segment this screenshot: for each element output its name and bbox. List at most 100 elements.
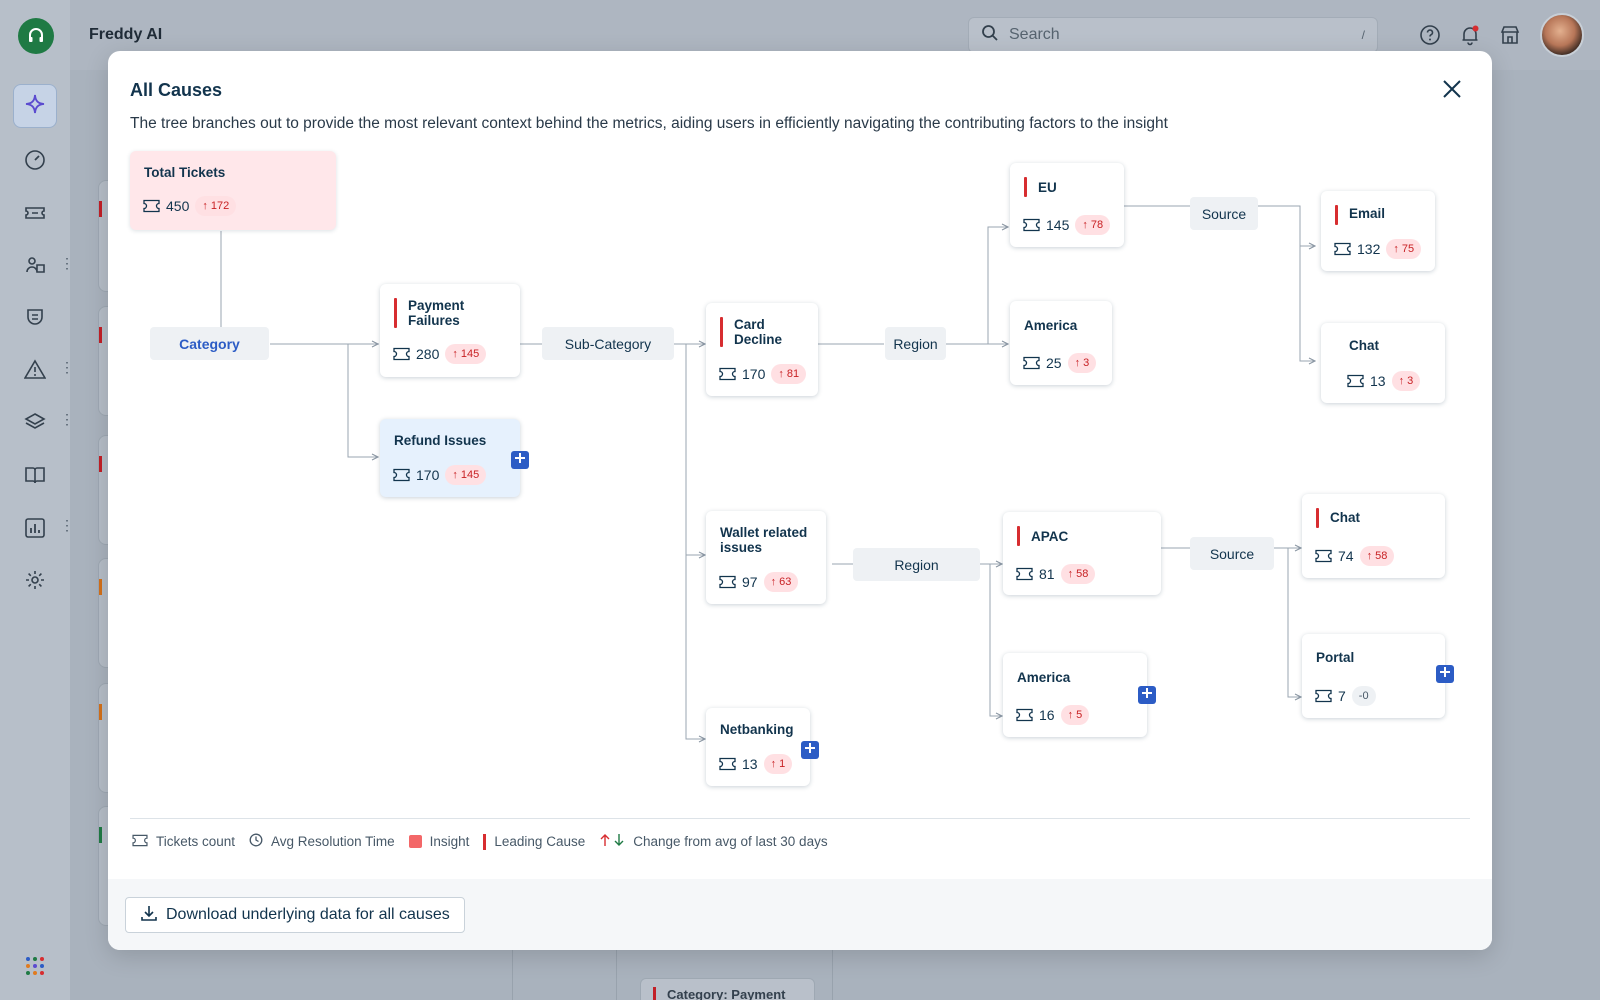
tickets-icon[interactable]: [23, 201, 47, 225]
node-eu[interactable]: EU 145 ↑ 78: [1010, 163, 1124, 247]
ticket-icon: [1334, 242, 1351, 256]
arrow-up-icon: ↑: [452, 469, 458, 481]
headset-logo-icon[interactable]: [18, 18, 54, 54]
dimension-chip-sub-category[interactable]: Sub-Category: [542, 327, 674, 360]
node-label: Refund Issues: [394, 433, 487, 448]
change-badge: -0: [1351, 686, 1376, 706]
node-netbanking[interactable]: Netbanking 13 ↑ 1: [706, 708, 810, 786]
more-menu-icon[interactable]: ⋮: [60, 518, 74, 532]
dimension-chip-region[interactable]: Region: [885, 327, 946, 360]
ticket-icon: [1023, 356, 1040, 370]
cause-tree: Total Tickets 450 ↑ 172 Category Payment …: [108, 51, 1492, 821]
ticket-count: 170: [416, 467, 440, 483]
node-card-decline[interactable]: Card Decline 170 ↑ 81: [706, 303, 818, 396]
shield-icon[interactable]: [23, 305, 47, 329]
node-america[interactable]: America 25 ↑ 3: [1010, 301, 1112, 385]
leading-cause-marker: [1017, 526, 1020, 546]
node-label: EU: [1038, 180, 1057, 195]
node-label: Wallet related issues: [720, 525, 808, 555]
node-label: Chat: [1330, 510, 1360, 525]
leading-cause-marker: [1024, 177, 1027, 197]
store-icon[interactable]: [1498, 23, 1522, 47]
dimension-chip-source[interactable]: Source: [1190, 197, 1258, 230]
plus-icon: [804, 741, 816, 759]
download-data-button[interactable]: Download underlying data for all causes: [125, 897, 465, 933]
analytics-icon[interactable]: [23, 516, 47, 540]
arrow-up-icon: ↑: [1067, 568, 1074, 580]
ticket-icon: [1315, 549, 1332, 563]
dimension-chip-category[interactable]: Category: [150, 327, 269, 360]
ticket-count: 132: [1357, 241, 1381, 257]
leading-cause-marker: [394, 298, 397, 328]
legend-item-leading-cause: Leading Cause: [483, 833, 585, 850]
ticket-icon: [719, 757, 736, 771]
ticket-count: 13: [742, 756, 758, 772]
node-refund-issues[interactable]: Refund Issues 170 ↑ 145: [380, 419, 520, 497]
more-menu-icon[interactable]: ⋮: [60, 412, 74, 426]
plus-icon: [514, 451, 526, 469]
leading-cause-marker: [1335, 205, 1338, 225]
help-icon[interactable]: [1418, 23, 1442, 47]
ticket-count: 16: [1039, 707, 1055, 723]
dashboard-gauge-icon[interactable]: [23, 148, 47, 172]
dimension-chip-region[interactable]: Region: [853, 548, 980, 581]
knowledge-book-icon[interactable]: [23, 463, 47, 487]
ticket-count: 145: [1046, 217, 1070, 233]
leading-cause-marker: [1316, 508, 1319, 528]
layers-icon[interactable]: [23, 410, 47, 434]
node-total-tickets[interactable]: Total Tickets 450 ↑ 172: [130, 151, 336, 230]
sidebar-item-freddy-ai[interactable]: [13, 84, 57, 128]
expand-refund-issues-button[interactable]: [511, 451, 529, 469]
change-badge: ↑ 5: [1060, 705, 1090, 725]
app-title: Freddy AI: [89, 26, 163, 43]
ticket-count: 280: [416, 346, 440, 362]
change-badge: ↑ 58: [1060, 564, 1096, 584]
ticket-count: 74: [1338, 548, 1354, 564]
more-menu-icon[interactable]: ⋮: [60, 256, 74, 270]
node-portal[interactable]: Portal 7 -0: [1302, 634, 1445, 718]
change-badge: ↑ 63: [763, 572, 799, 592]
change-badge: ↑ 58: [1359, 546, 1395, 566]
node-label: APAC: [1031, 529, 1069, 544]
warning-icon[interactable]: [23, 358, 47, 382]
node-email[interactable]: Email 132 ↑ 75: [1321, 191, 1435, 271]
ticket-icon: [393, 468, 410, 482]
plus-icon: [1439, 665, 1451, 683]
node-apac[interactable]: APAC 81 ↑ 58: [1003, 512, 1161, 595]
dimension-chip-source[interactable]: Source: [1190, 537, 1274, 570]
app-grid-icon[interactable]: [23, 954, 47, 978]
expand-portal-button[interactable]: [1436, 665, 1454, 683]
notification-bell-icon[interactable]: [1458, 23, 1482, 47]
legend: Tickets count Avg Resolution Time Insigh…: [132, 833, 842, 850]
leading-cause-swatch: [483, 833, 487, 850]
user-avatar[interactable]: [1540, 13, 1584, 57]
more-menu-icon[interactable]: ⋮: [60, 360, 74, 374]
settings-gear-icon[interactable]: [23, 568, 47, 592]
ticket-count: 25: [1046, 355, 1062, 371]
search-input[interactable]: [1009, 26, 1352, 44]
ticket-icon: [719, 575, 736, 589]
ticket-icon: [719, 367, 736, 381]
ticket-icon: [132, 834, 148, 850]
node-payment-failures[interactable]: Payment Failures 280 ↑ 145: [380, 284, 520, 377]
arrow-up-icon: ↑: [770, 576, 777, 588]
node-wallet-related-issues[interactable]: Wallet related issues 97 ↑ 63: [706, 511, 826, 604]
ticket-icon: [1016, 708, 1033, 722]
clock-icon: [249, 833, 263, 850]
ticket-count: 81: [1039, 566, 1055, 582]
legend-item-insight: Insight: [408, 834, 469, 849]
change-badge: ↑ 3: [1391, 371, 1421, 391]
arrow-up-icon: ↑: [1074, 357, 1081, 369]
node-label: Card Decline: [734, 317, 783, 347]
search-box[interactable]: /: [968, 17, 1378, 53]
background-category-card: Category: Payment: [640, 978, 815, 1000]
arrow-up-icon: ↑: [452, 348, 458, 360]
expand-netbanking-button[interactable]: [801, 741, 819, 759]
expand-america-button[interactable]: [1138, 686, 1156, 704]
node-chat[interactable]: Chat 74 ↑ 58: [1302, 494, 1445, 578]
contacts-icon[interactable]: [23, 253, 47, 277]
download-icon: [140, 904, 158, 927]
node-label: Portal: [1316, 650, 1355, 665]
node-chat[interactable]: Chat 13 ↑ 3: [1321, 323, 1445, 403]
node-america[interactable]: America 16 ↑ 5: [1003, 653, 1147, 737]
